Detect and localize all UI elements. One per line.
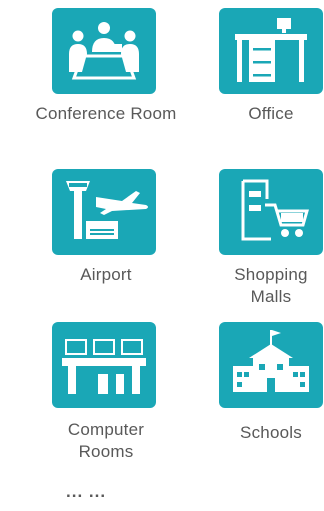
office-desk-icon bbox=[235, 18, 307, 82]
computer-rooms-label: Computer Rooms bbox=[67, 420, 145, 461]
shopping-mall-tile bbox=[219, 169, 323, 255]
more-ellipsis: ... ... bbox=[66, 482, 107, 501]
computer-room-tile bbox=[52, 322, 156, 408]
shopping-mall-icon bbox=[241, 179, 309, 241]
conference-room-label: Conference Room bbox=[35, 104, 177, 123]
office-tile bbox=[219, 8, 323, 94]
conference-room-icon bbox=[69, 22, 139, 80]
school-tile bbox=[219, 322, 323, 408]
shopping-malls-label: Shopping Malls bbox=[234, 265, 308, 306]
airport-label: Airport bbox=[80, 265, 132, 284]
schools-label: Schools bbox=[240, 423, 302, 442]
airport-icon bbox=[66, 181, 148, 239]
conference-room-tile bbox=[52, 8, 156, 94]
airport-tile bbox=[52, 169, 156, 255]
office-label: Office bbox=[248, 104, 294, 123]
computer-room-icon bbox=[62, 339, 146, 394]
school-icon bbox=[233, 330, 309, 392]
